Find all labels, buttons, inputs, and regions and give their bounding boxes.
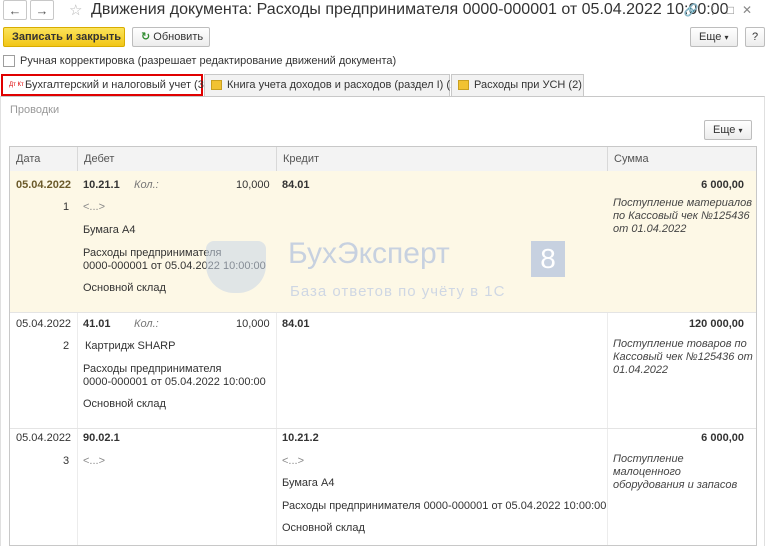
debit-subconto-4: Основной склад (83, 282, 166, 294)
arrow-right-icon: → (35, 3, 49, 18)
window-controls: 🔗⋮□✕ (684, 3, 760, 17)
maximize-icon[interactable]: □ (727, 3, 742, 17)
toolbar: Записать и закрыть ↻ Обновить Еще ▾ ? (0, 27, 768, 49)
table-row[interactable]: 05.04.2022 1 10.21.1 Кол.: 10,000 84.01 … (10, 171, 756, 313)
debit-subconto-3b: 0000-000001 от 05.04.2022 10:00:00 (83, 260, 266, 272)
manual-correction-checkbox[interactable] (3, 55, 15, 68)
debit-subconto-3a: Расходы предпринимателя (83, 363, 222, 375)
entry-comment: Поступление малоценного оборудования и з… (613, 453, 738, 491)
debit-subconto-1: Картридж SHARP (85, 340, 176, 352)
table-row[interactable]: 05.04.2022 3 90.02.1 10.21.2 6 000,00 <.… (10, 428, 756, 545)
debit-account: 41.01 (83, 318, 111, 330)
section-title: Проводки (10, 104, 60, 116)
amount: 6 000,00 (701, 432, 744, 444)
table-row[interactable]: 05.04.2022 2 41.01 Кол.: 10,000 84.01 12… (10, 312, 756, 429)
entry-comment: Поступление товаров по Кассовый чек №125… (613, 338, 753, 376)
debit-subconto-2: Бумага А4 (83, 224, 136, 236)
credit-subconto-4: Основной склад (282, 522, 365, 534)
more-label: Еще (699, 31, 722, 43)
qty-label: Кол.: (134, 179, 159, 191)
register-icon (211, 80, 222, 91)
qty-value: 10,000 (236, 318, 270, 330)
row-number: 1 (63, 201, 70, 213)
tab-income-expense-book[interactable]: Книга учета доходов и расходов (раздел I… (204, 74, 460, 96)
star-icon[interactable]: ☆ (69, 1, 82, 19)
credit-account: 84.01 (282, 318, 310, 330)
chevron-down-icon: ▾ (724, 33, 729, 42)
debit-subconto-1: <...> (83, 201, 106, 213)
close-icon[interactable]: ✕ (742, 3, 760, 17)
row-number: 3 (63, 455, 70, 467)
back-button[interactable]: ← (3, 0, 27, 20)
amount: 120 000,00 (688, 318, 744, 330)
qty-label: Кол.: (134, 318, 159, 330)
menu-icon[interactable]: ⋮ (707, 3, 727, 17)
window-title: Движения документа: Расходы предпринимат… (91, 1, 729, 18)
section-more-button[interactable]: Еще ▾ (704, 120, 752, 140)
credit-subconto-1: <...> (282, 455, 305, 467)
refresh-label: Обновить (153, 31, 204, 43)
debit-account: 10.21.1 (83, 179, 120, 191)
chevron-down-icon: ▾ (738, 126, 743, 135)
register-icon (458, 80, 469, 91)
entries-table[interactable]: Дата Дебет Кредит Сумма 05.04.2022 1 10.… (9, 146, 757, 546)
row-date: 05.04.2022 (16, 179, 72, 191)
column-header-date[interactable]: Дата (10, 147, 77, 171)
column-header-debit[interactable]: Дебет (77, 147, 276, 171)
title-bar: ← → ☆ Движения документа: Расходы предпр… (0, 0, 768, 22)
tab-accounting-label: Бухгалтерский и налоговый учет (3) (25, 79, 208, 91)
debit-subconto-4: Основной склад (83, 398, 166, 410)
amount: 6 000,00 (701, 179, 744, 191)
tab-income-expense-book-label: Книга учета доходов и расходов (раздел I… (227, 79, 460, 91)
qty-value: 10,000 (236, 179, 270, 191)
tab-bar: Дт КтБухгалтерский и налоговый учет (3) … (0, 74, 768, 96)
table-header: Дата Дебет Кредит Сумма (10, 147, 756, 172)
manual-correction-label: Ручная корректировка (разрешает редактир… (20, 55, 397, 67)
column-header-amount[interactable]: Сумма (607, 147, 756, 171)
arrow-left-icon: ← (8, 3, 22, 18)
debit-subconto-1: <...> (83, 455, 106, 467)
more-button[interactable]: Еще ▾ (690, 27, 738, 47)
help-button[interactable]: ? (745, 27, 765, 47)
credit-subconto-3: Расходы предпринимателя 0000-000001 от 0… (282, 500, 607, 512)
row-number: 2 (63, 340, 70, 352)
refresh-button[interactable]: ↻ Обновить (132, 27, 210, 47)
link-icon[interactable]: 🔗 (684, 3, 707, 17)
tab-accounting[interactable]: Дт КтБухгалтерский и налоговый учет (3) (1, 74, 208, 96)
credit-account: 10.21.2 (282, 432, 319, 444)
help-icon: ? (751, 31, 759, 43)
row-date: 05.04.2022 (16, 432, 72, 444)
manual-correction-row[interactable]: Ручная корректировка (разрешает редактир… (3, 55, 396, 69)
entry-comment: Поступление материалов по Кассовый чек №… (613, 197, 752, 235)
refresh-icon: ↻ (141, 31, 151, 43)
section-more-label: Еще (713, 124, 736, 136)
column-header-credit[interactable]: Кредит (276, 147, 607, 171)
debit-subconto-3b: 0000-000001 от 05.04.2022 10:00:00 (83, 376, 266, 388)
forward-button[interactable]: → (30, 0, 54, 20)
dt-kt-icon: Дт Кт (9, 82, 24, 89)
credit-account: 84.01 (282, 179, 310, 191)
row-date: 05.04.2022 (16, 318, 72, 330)
debit-account: 90.02.1 (83, 432, 120, 444)
save-and-close-button[interactable]: Записать и закрыть (3, 27, 125, 47)
debit-subconto-3a: Расходы предпринимателя (83, 247, 222, 259)
tab-usn-expenses[interactable]: Расходы при УСН (2) (451, 74, 584, 96)
credit-subconto-2: Бумага А4 (282, 477, 335, 489)
tab-usn-expenses-label: Расходы при УСН (2) (474, 79, 582, 91)
